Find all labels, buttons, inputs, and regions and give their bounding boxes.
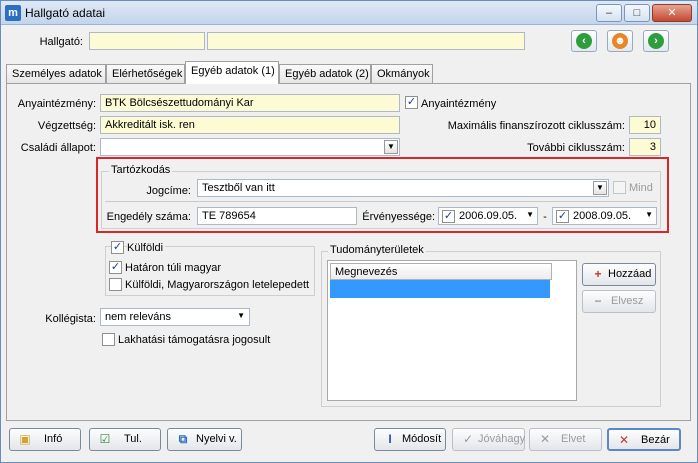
tab-egyeb-adatok-2[interactable]: Egyéb adatok (2) xyxy=(279,64,371,83)
tul-button[interactable]: ☑ Tul. xyxy=(89,428,161,451)
letelepedett-checkbox[interactable] xyxy=(109,278,122,291)
hataron-tuli-checkbox[interactable]: ✓ xyxy=(109,261,122,274)
column-header-megnevezes[interactable]: Megnevezés xyxy=(330,263,552,280)
info-button[interactable]: ▣ Infó xyxy=(9,428,81,451)
next-button[interactable]: › xyxy=(643,30,669,52)
close-icon: ✕ xyxy=(618,433,630,447)
checkmark-icon: ✓ xyxy=(462,432,474,446)
kollegista-dropdown[interactable]: nem releváns ▼ xyxy=(100,308,250,326)
jovahagy-button[interactable]: ✓ Jóváhagy xyxy=(452,428,525,451)
letelepedett-label: Külföldi, Magyarországon letelepedett xyxy=(125,279,310,291)
vegzettseg-field[interactable]: Akkreditált isk. ren xyxy=(100,116,400,134)
tab-egyeb-adatok-1[interactable]: Egyéb adatok (1) xyxy=(185,61,279,84)
anyaintezmeny-field[interactable]: BTK Bölcsészettudományi Kar xyxy=(100,94,400,112)
search-person-button[interactable]: ☻ xyxy=(607,30,633,52)
kulfoldi-checkbox[interactable]: ✓ xyxy=(111,241,124,254)
lakhatasi-checkbox[interactable] xyxy=(102,333,115,346)
title-bar[interactable]: m Hallgató adatai – □ ✕ xyxy=(1,1,697,25)
tudomanyteruletek-list[interactable]: Megnevezés xyxy=(327,260,577,401)
kollegista-label: Kollégista: xyxy=(45,313,96,325)
tab-elerhetosegek[interactable]: Elérhetőségek xyxy=(106,64,185,83)
anyaintezmeny-label: Anyaintézmény: xyxy=(17,98,96,110)
lakhatasi-label: Lakhatási támogatásra jogosult xyxy=(118,334,271,346)
max-ciklus-field[interactable]: 10 xyxy=(629,116,661,134)
hataron-tuli-label: Határon túli magyar xyxy=(125,262,221,274)
close-button[interactable]: ✕ xyxy=(652,4,692,22)
student-data-window: m Hallgató adatai – □ ✕ Hallgató: ‹ ☻ › … xyxy=(0,0,698,463)
vegzettseg-label: Végzettség: xyxy=(37,120,96,132)
max-ciklus-label: Maximális finanszírozott ciklusszám: xyxy=(447,120,625,132)
highlight-box xyxy=(96,157,669,233)
nyelvi-button[interactable]: ⧉ Nyelvi v. xyxy=(167,428,242,451)
person-icon: ☻ xyxy=(612,33,628,49)
edit-cursor-icon: I xyxy=(388,432,392,446)
anyaintezmeny-checkbox-label: Anyaintézmény xyxy=(421,98,497,110)
x-icon: ✕ xyxy=(539,432,551,446)
modosit-button[interactable]: I Módosít xyxy=(374,428,446,451)
chevron-down-icon[interactable]: ▼ xyxy=(384,140,398,154)
previous-button[interactable]: ‹ xyxy=(571,30,597,52)
chevron-down-icon[interactable]: ▼ xyxy=(237,311,245,320)
window-title: Hallgató adatai xyxy=(25,6,106,20)
tab-szemelyes-adatok[interactable]: Személyes adatok xyxy=(6,64,106,83)
minus-icon: − xyxy=(594,294,602,308)
plus-icon: + xyxy=(594,267,602,281)
app-logo-icon: m xyxy=(5,5,21,21)
elvet-button[interactable]: ✕ Elvet xyxy=(529,428,602,451)
tovabbi-ciklus-label: További ciklusszám: xyxy=(527,142,625,154)
minimize-button[interactable]: – xyxy=(596,4,622,22)
tovabbi-ciklus-field[interactable]: 3 xyxy=(629,138,661,156)
csaladi-allapot-dropdown[interactable]: ▼ xyxy=(100,138,400,156)
remove-button[interactable]: − Elvesz xyxy=(582,290,656,313)
maximize-button[interactable]: □ xyxy=(624,4,650,22)
add-button[interactable]: + Hozzáad xyxy=(582,263,656,286)
arrow-left-icon: ‹ xyxy=(576,33,592,49)
csaladi-allapot-label: Családi állapot: xyxy=(20,142,96,154)
student-name-field[interactable] xyxy=(89,32,205,50)
check-document-icon: ☑ xyxy=(99,432,111,446)
kollegista-value: nem releváns xyxy=(105,311,172,323)
arrow-right-icon: › xyxy=(648,33,664,49)
tab-okmanyok[interactable]: Okmányok xyxy=(371,64,433,83)
bezar-button[interactable]: ✕ Bezár xyxy=(607,428,681,451)
language-icon: ⧉ xyxy=(178,432,188,446)
kulfoldi-label: Külföldi xyxy=(127,242,166,254)
info-icon: ▣ xyxy=(19,432,31,446)
student-label: Hallgató: xyxy=(39,36,83,48)
tudomanyteruletek-title: Tudományterületek xyxy=(328,244,426,256)
list-row-selected[interactable] xyxy=(330,280,550,298)
anyaintezmeny-checkbox[interactable]: ✓ xyxy=(405,96,418,109)
student-code-field[interactable] xyxy=(207,32,525,50)
